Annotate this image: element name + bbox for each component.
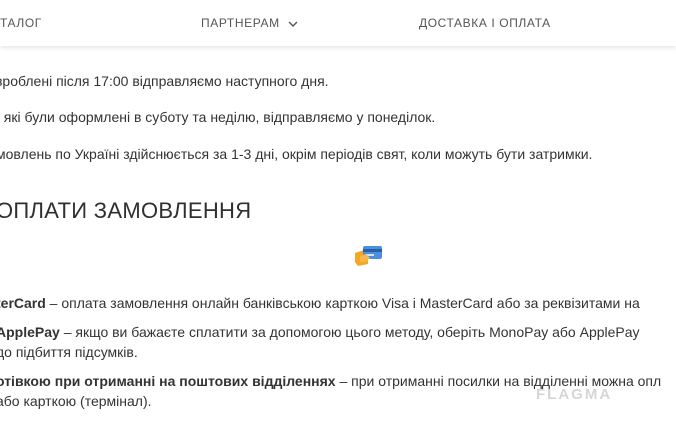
top-navigation: ТАЛОГ ПАРТНЕРАМ ДОСТАВКА І ОПЛАТА: [0, 0, 676, 46]
payment-methods-heading: ОПЛАТИ ЗАМОВЛЕННЯ: [0, 198, 252, 223]
chevron-down-icon: [288, 17, 298, 31]
payment-option-title: terCard: [0, 295, 46, 311]
nav-item-catalog[interactable]: ТАЛОГ: [0, 16, 42, 30]
payment-option-continuation: або карткою (термінал).: [0, 393, 152, 409]
payment-option-card: terCard – оплата замовлення онлайн банкі…: [0, 294, 640, 312]
payment-option-title: отівкою при отриманні на поштових відділ…: [0, 373, 336, 389]
credit-card-payment-icon: [354, 244, 384, 273]
payment-option-applepay: ApplePay – якщо ви бажаєте сплатити за д…: [0, 323, 640, 341]
nav-item-delivery-payment[interactable]: ДОСТАВКА І ОПЛАТА: [419, 16, 551, 30]
delivery-text-line: , які були оформлені в суботу та неділю,…: [0, 109, 436, 125]
page-content: зроблені після 17:00 відправляємо наступ…: [0, 0, 676, 424]
watermark-logo: FLAGMA: [536, 386, 613, 403]
payment-option-text: – при отриманні посилки на відділенні мо…: [335, 373, 662, 389]
payment-option-title: ApplePay: [0, 324, 60, 340]
payment-option-continuation: до підбиття підсумків.: [0, 344, 138, 360]
delivery-text-line: мовлень по Україні здійснюється за 1-3 д…: [0, 146, 593, 162]
payment-option-text: – якщо ви бажаєте сплатити за допомогою …: [59, 324, 640, 340]
delivery-text-line: зроблені після 17:00 відправляємо наступ…: [0, 73, 329, 89]
payment-option-text: – оплата замовлення онлайн банківською к…: [45, 295, 640, 311]
nav-item-partners-label: ПАРТНЕРАМ: [201, 16, 280, 30]
nav-item-partners[interactable]: ПАРТНЕРАМ: [201, 16, 298, 31]
